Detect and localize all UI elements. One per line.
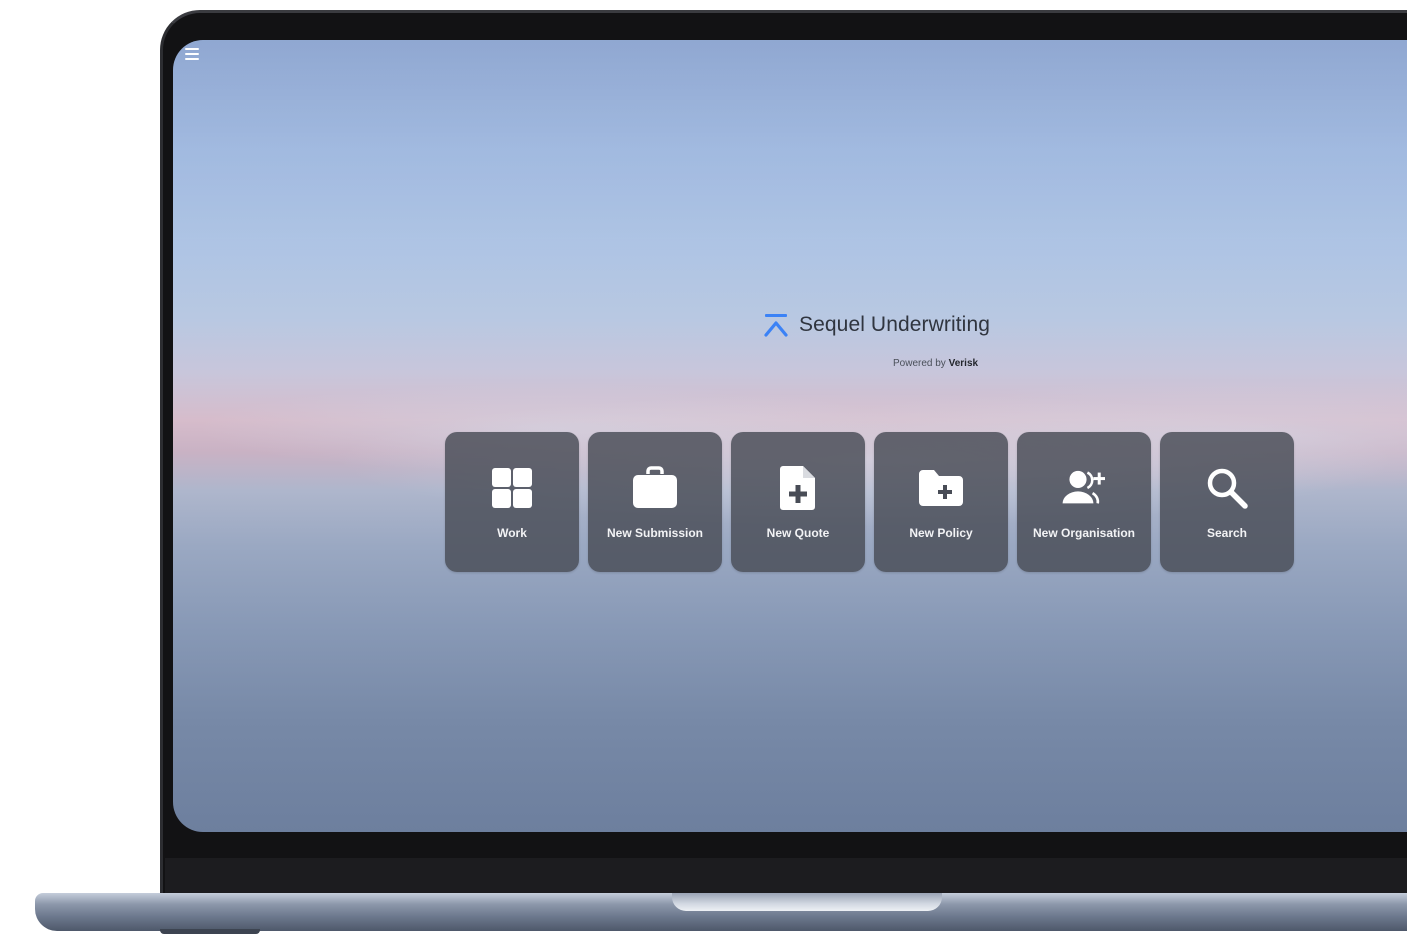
grid-icon [488, 464, 536, 512]
app-brand: Sequel Underwriting [763, 312, 990, 338]
app-title: Sequel Underwriting [799, 313, 991, 336]
powered-by-brand: Verisk [948, 358, 979, 369]
tile-work[interactable]: Work [445, 432, 579, 572]
tile-new-policy[interactable]: New Policy [874, 432, 1008, 572]
tile-search[interactable]: Search [1160, 432, 1294, 572]
powered-by-text: Powered by Verisk [893, 358, 978, 369]
tile-label: New Submission [606, 526, 704, 540]
document-plus-icon [774, 464, 822, 512]
tile-label: Search [1206, 526, 1248, 540]
powered-by-prefix: Powered by [893, 358, 946, 369]
laptop-mockup: Sequel Underwriting Powered by Verisk Wo… [0, 0, 1407, 935]
folder-plus-icon [917, 464, 965, 512]
tile-new-organisation[interactable]: New Organisation [1017, 432, 1151, 572]
tile-new-quote[interactable]: New Quote [731, 432, 865, 572]
briefcase-icon [631, 464, 679, 512]
tile-label: New Quote [766, 526, 830, 540]
quick-action-tiles: Work New Submission New Quote New Policy… [445, 432, 1294, 572]
laptop-bezel [165, 858, 1407, 896]
user-plus-icon [1060, 464, 1108, 512]
tile-label: New Organisation [1032, 526, 1136, 540]
sequel-logo-icon [764, 314, 788, 337]
tile-new-submission[interactable]: New Submission [588, 432, 722, 572]
tile-label: Work [497, 526, 527, 540]
hamburger-menu-icon[interactable] [185, 48, 199, 60]
laptop-base-notch [672, 893, 942, 911]
laptop-foot [160, 929, 260, 934]
tile-label: New Policy [909, 526, 973, 540]
app-screen: Sequel Underwriting Powered by Verisk Wo… [173, 40, 1407, 832]
search-icon [1203, 464, 1251, 512]
